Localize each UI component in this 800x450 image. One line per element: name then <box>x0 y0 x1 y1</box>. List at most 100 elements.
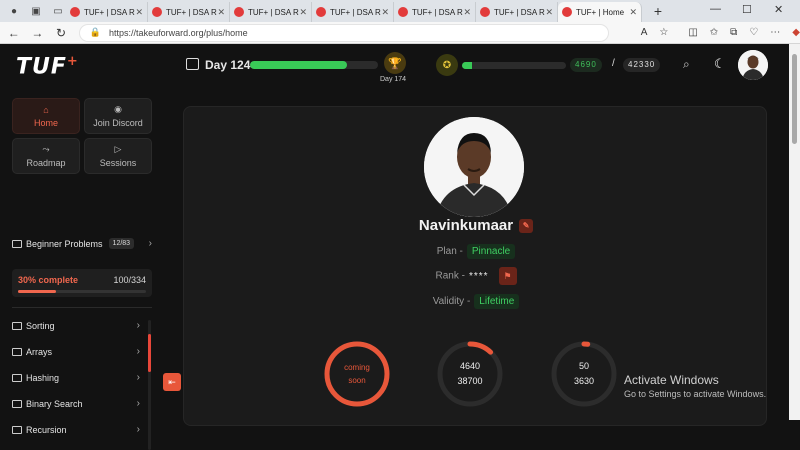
folder-icon <box>12 321 22 330</box>
home-icon: ⌂ <box>43 104 49 115</box>
tab-title: TUF+ | DSA R <box>248 7 299 17</box>
points-total: 42330 <box>623 58 661 72</box>
close-tab-icon[interactable]: ✕ <box>629 7 637 18</box>
close-window-button[interactable]: ✕ <box>774 3 783 16</box>
points-current: 4690 <box>570 58 602 72</box>
collections-icon[interactable]: ⧉ <box>730 27 737 38</box>
stat-ring: 50 3630 <box>549 339 619 409</box>
ring-line1: coming <box>344 363 370 372</box>
chevron-right-icon: › <box>136 320 140 331</box>
close-tab-icon[interactable]: ✕ <box>381 7 389 18</box>
sidebar-roadmap-button[interactable]: ⤳ Roadmap <box>12 138 80 174</box>
sidebar-item-hashing[interactable]: Hashing › <box>12 372 152 383</box>
close-tab-icon[interactable]: ✕ <box>217 7 225 18</box>
back-icon[interactable]: ← <box>4 26 24 40</box>
ring-progress-arc <box>324 341 390 407</box>
tuf-favicon-icon <box>234 7 244 17</box>
ring-graphic <box>324 341 390 407</box>
browser-tab[interactable]: TUF+ | DSA R ✕ <box>148 2 230 22</box>
discord-icon: ◉ <box>114 104 122 114</box>
stat-ring: coming soon <box>322 339 392 409</box>
activate-windows-watermark: Activate Windows Go to Settings to activ… <box>624 373 766 399</box>
sidebar-scrollbar[interactable] <box>148 320 151 450</box>
medal-icon[interactable]: ✪ <box>436 54 458 76</box>
sidebar-sessions-button[interactable]: ▷ Sessions <box>84 138 152 174</box>
tuf-favicon-icon <box>562 7 572 17</box>
ring-line2: 38700 <box>457 376 483 386</box>
collapse-sidebar-button[interactable]: ⇤ <box>163 373 181 391</box>
progress-fill <box>18 290 57 293</box>
points-progress-bar <box>462 62 566 69</box>
trophy-icon[interactable]: 🏆 <box>384 52 406 74</box>
browser-tab[interactable]: TUF+ | DSA R ✕ <box>394 2 476 22</box>
browser-tab[interactable]: TUF+ | DSA R ✕ <box>476 2 558 22</box>
favorites-icon[interactable]: ✩ <box>710 27 718 38</box>
plan-badge: Pinnacle <box>466 244 516 259</box>
avatar-portrait <box>738 50 768 80</box>
ring-graphic <box>437 341 503 407</box>
page-scrollbar[interactable] <box>789 44 800 420</box>
url-field[interactable]: 🔒 https://takeuforward.org/plus/home <box>78 23 609 42</box>
ring-graphic <box>551 341 617 407</box>
topic-label: Arrays <box>26 346 53 357</box>
validity-row: Validity - Lifetime <box>184 294 768 309</box>
sidebar-item-sorting[interactable]: Sorting › <box>12 320 152 331</box>
beginner-count-badge: 12/83 <box>108 238 135 249</box>
refresh-icon[interactable]: ↻ <box>51 26 71 40</box>
tuf-logo[interactable]: TUF+ <box>16 54 79 79</box>
close-tab-icon[interactable]: ✕ <box>463 7 471 18</box>
user-avatar[interactable] <box>738 50 768 80</box>
sidebar-item-binary-search[interactable]: Binary Search › <box>12 398 152 409</box>
validity-badge: Lifetime <box>474 294 520 309</box>
beginner-problems-item[interactable]: Beginner Problems 12/83 › <box>12 238 152 249</box>
profile-icon[interactable]: ● <box>6 3 22 19</box>
tuf-favicon-icon <box>152 7 162 17</box>
browser-tab-active[interactable]: TUF+ | Home ✕ <box>558 2 642 22</box>
favorite-star-icon[interactable]: ☆ <box>659 27 668 38</box>
logo-text: TUF <box>16 54 67 80</box>
topic-label: Hashing <box>26 372 60 383</box>
sidebar-scroll-thumb[interactable] <box>148 334 151 372</box>
copilot-icon[interactable]: ◆ <box>792 27 800 38</box>
maximize-button[interactable]: ☐ <box>742 3 752 16</box>
leaderboard-icon[interactable]: ⚑ <box>498 267 517 285</box>
day-progress-fill <box>250 61 348 69</box>
sidebar-item-arrays[interactable]: Arrays › <box>12 346 152 357</box>
beginner-label: Beginner Problems <box>26 238 103 249</box>
split-screen-icon[interactable]: ◫ <box>688 27 697 38</box>
folder-icon <box>12 347 22 356</box>
menu-dots-icon[interactable]: ⋯ <box>770 27 780 38</box>
browser-tab[interactable]: TUF+ | DSA R ✕ <box>66 2 148 22</box>
moon-icon[interactable]: ☾ <box>714 56 726 72</box>
ring-line1: 50 <box>578 361 589 371</box>
close-tab-icon[interactable]: ✕ <box>299 7 307 18</box>
close-tab-icon[interactable]: ✕ <box>135 7 143 18</box>
page-scroll-thumb[interactable] <box>792 54 797 144</box>
validity-label: Validity - <box>432 296 471 307</box>
search-icon[interactable]: ⌕ <box>683 57 690 72</box>
browser-essentials-icon[interactable]: ♡ <box>749 27 758 38</box>
url-text: https://takeuforward.org/plus/home <box>109 27 248 38</box>
profile-name: Navinkumaar <box>418 217 514 234</box>
video-icon: ▷ <box>114 144 122 154</box>
sidebar-home-button[interactable]: ⌂ Home <box>12 98 80 134</box>
tab-title: TUF+ | DSA R <box>166 7 217 17</box>
new-tab-button[interactable]: + <box>648 3 668 19</box>
sidebar-discord-button[interactable]: ◉ Join Discord <box>84 98 152 134</box>
edit-icon[interactable]: ✎ <box>519 219 534 234</box>
minimize-button[interactable]: — <box>710 3 721 15</box>
sidebar-item-recursion[interactable]: Recursion › <box>12 424 140 435</box>
workspaces-icon[interactable]: ▣ <box>28 3 44 19</box>
folder-icon <box>12 373 22 382</box>
tab-actions-icon[interactable]: ▭ <box>50 3 66 19</box>
browser-tab[interactable]: TUF+ | DSA R ✕ <box>230 2 312 22</box>
browser-tab[interactable]: TUF+ | DSA R ✕ <box>312 2 394 22</box>
tab-title: TUF+ | DSA R <box>84 7 135 17</box>
forward-icon[interactable]: → <box>28 26 48 40</box>
chevron-right-icon: › <box>136 424 140 435</box>
close-tab-icon[interactable]: ✕ <box>545 7 553 18</box>
tuf-favicon-icon <box>70 7 80 17</box>
day-progress-bar <box>250 61 378 69</box>
progress-label: 30% complete <box>18 275 79 285</box>
read-aloud-icon[interactable]: A <box>641 27 648 38</box>
